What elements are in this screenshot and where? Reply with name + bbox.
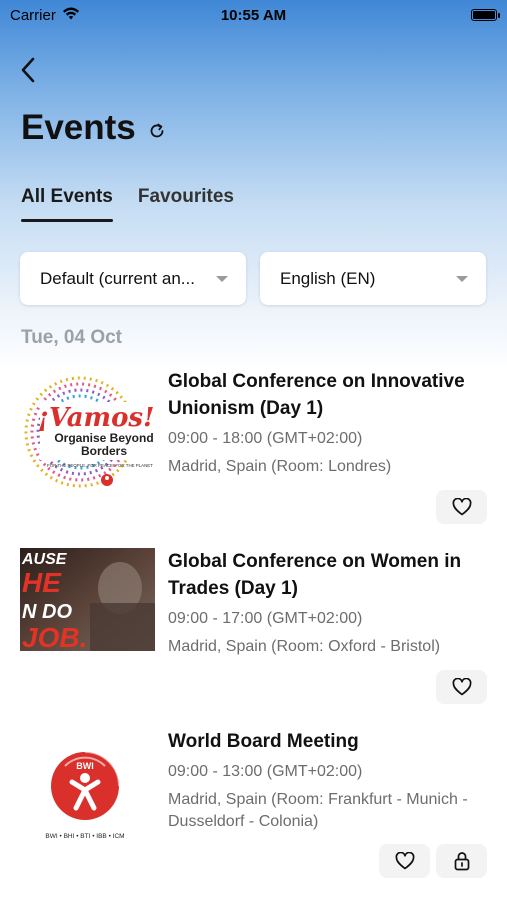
status-left: Carrier [10, 7, 80, 24]
language-select[interactable]: English (EN) [260, 252, 486, 305]
chevron-down-icon [216, 275, 228, 282]
event-time: 09:00 - 17:00 (GMT+02:00) [168, 610, 363, 627]
event-location: Madrid, Spain (Room: Frankfurt - Munich … [168, 791, 468, 830]
lock-button[interactable] [436, 844, 487, 878]
refresh-icon[interactable] [148, 122, 166, 140]
title-row: Events [21, 108, 166, 148]
status-bar: Carrier 10:55 AM [0, 0, 507, 30]
tab-all-events[interactable]: All Events [21, 186, 113, 222]
period-select-value: Default (current an... [40, 268, 195, 288]
bwi-caption: BWI • BHI • BTI • IBB • ICM [45, 833, 124, 840]
event-time: 09:00 - 13:00 (GMT+02:00) [168, 763, 363, 780]
event-item[interactable]: AUSE HE N DO JOB. Global Conference on W… [20, 548, 487, 706]
event-actions [436, 490, 487, 524]
bwi-logo-text: BWI [76, 761, 94, 771]
event-actions [436, 670, 487, 704]
heart-icon [452, 678, 471, 696]
chevron-down-icon [456, 275, 468, 282]
chevron-left-icon [21, 57, 35, 83]
event-location: Madrid, Spain (Room: Londres) [168, 458, 392, 475]
event-info: Global Conference on Women in Trades (Da… [168, 548, 488, 658]
women-img-line2: HE [22, 567, 62, 598]
battery-icon [471, 9, 500, 21]
event-image-women-trades: AUSE HE N DO JOB. [20, 548, 155, 651]
vamos-headline: ¡Vamos! [38, 403, 155, 433]
carrier-label: Carrier [10, 6, 56, 24]
header-background [0, 0, 507, 370]
event-image-vamos: ¡Vamos! Organise Beyond Borders FOR THE … [20, 370, 155, 490]
heart-icon [452, 498, 471, 516]
heart-icon [395, 852, 414, 870]
event-title: Global Conference on Women in Trades (Da… [168, 551, 462, 599]
favourite-button[interactable] [379, 844, 430, 878]
language-select-value: English (EN) [280, 268, 376, 288]
wifi-icon [62, 7, 80, 24]
event-title: Global Conference on Innovative Unionism… [168, 371, 465, 419]
women-img-line1: AUSE [21, 551, 68, 568]
page-title: Events [21, 108, 136, 147]
event-item[interactable]: ¡Vamos! Organise Beyond Borders FOR THE … [20, 368, 487, 526]
event-location: Madrid, Spain (Room: Oxford - Bristol) [168, 638, 441, 655]
tabs: All Events Favourites [21, 186, 234, 222]
favourite-button[interactable] [436, 490, 487, 524]
event-info: World Board Meeting 09:00 - 13:00 (GMT+0… [168, 728, 488, 833]
event-title: World Board Meeting [168, 731, 359, 752]
women-img-line4: JOB. [22, 622, 87, 651]
vamos-tagline: FOR THE PEOPLE. FOR PEACE. FOR THE PLANE… [47, 463, 153, 468]
event-time: 09:00 - 18:00 (GMT+02:00) [168, 430, 363, 447]
event-info: Global Conference on Innovative Unionism… [168, 368, 488, 478]
tab-favourites[interactable]: Favourites [138, 186, 234, 222]
vamos-line2: Organise Beyond [54, 431, 153, 445]
period-select[interactable]: Default (current an... [20, 252, 246, 305]
event-item[interactable]: BWI BWI • BHI • BTI • IBB • ICM World Bo… [20, 728, 487, 886]
favourite-button[interactable] [436, 670, 487, 704]
date-header: Tue, 04 Oct [21, 327, 123, 348]
vamos-line3: Borders [81, 444, 127, 458]
filters: Default (current an... English (EN) [20, 252, 486, 305]
event-actions [379, 844, 487, 878]
event-image-bwi: BWI BWI • BHI • BTI • IBB • ICM [20, 738, 155, 848]
women-img-line3: N DO [22, 601, 72, 623]
back-button[interactable] [20, 56, 44, 84]
lock-icon [454, 852, 469, 871]
